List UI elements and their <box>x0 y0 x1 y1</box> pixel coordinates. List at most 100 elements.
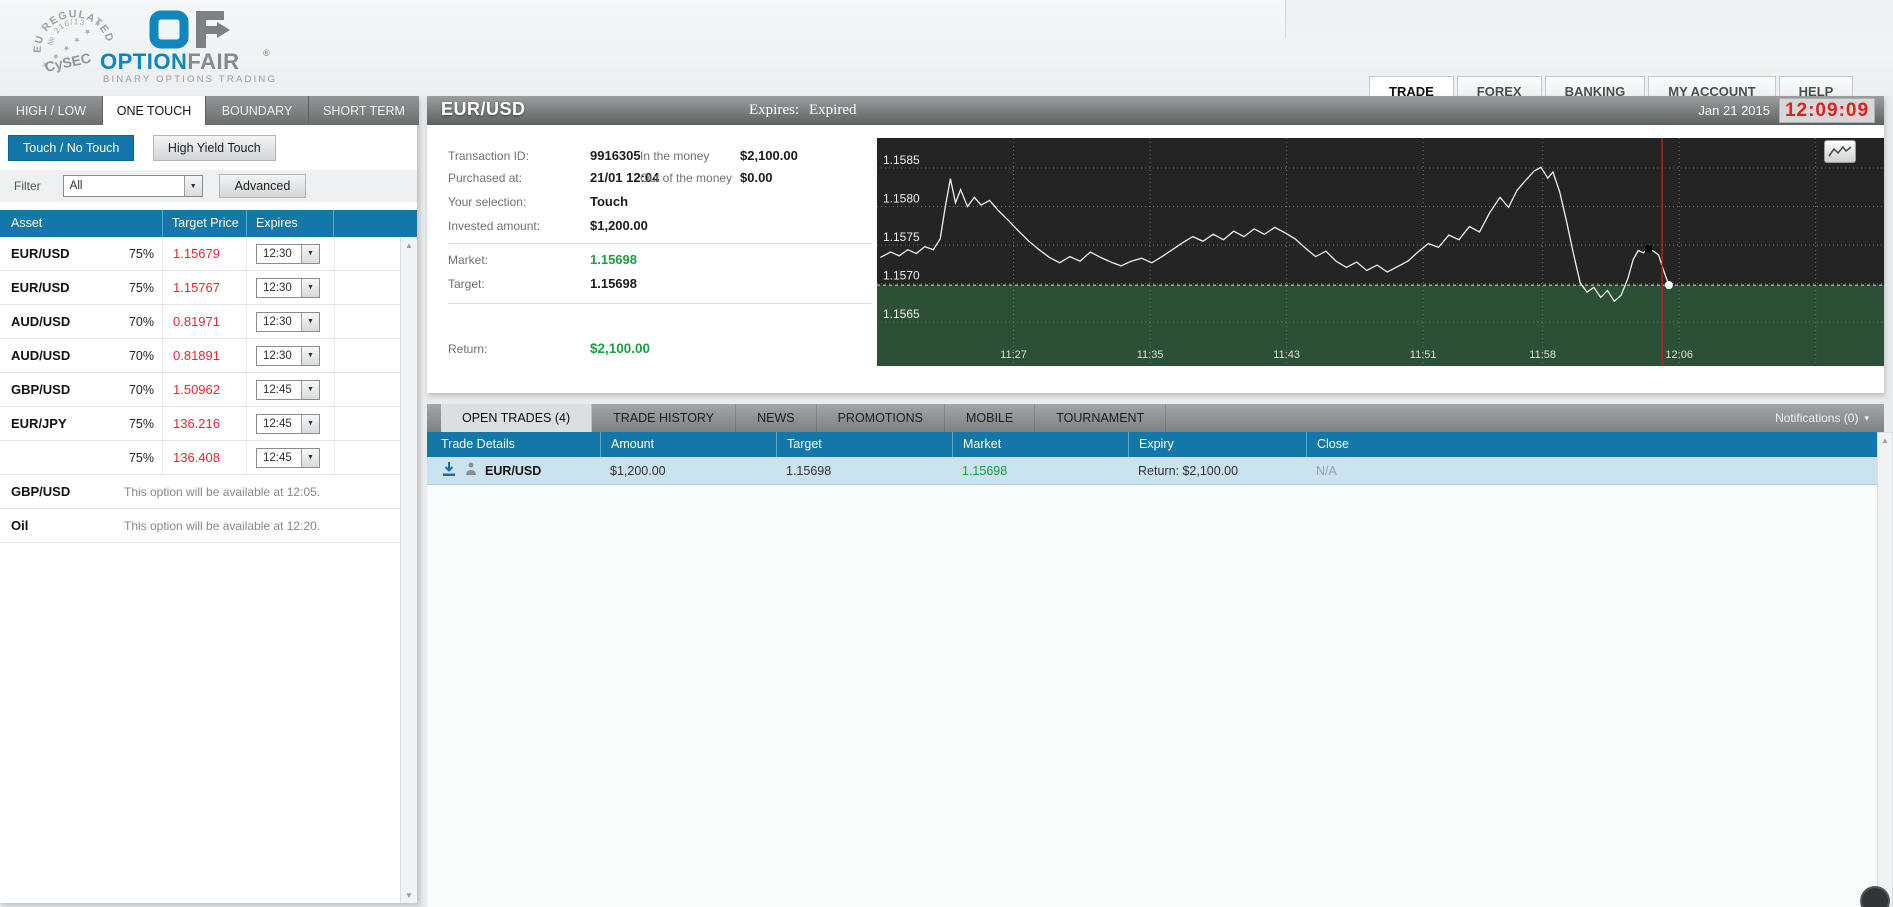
purchased-at-label: Purchased at: <box>448 171 523 185</box>
tab-one-touch[interactable]: ONE TOUCH <box>103 96 206 125</box>
expiry-value: 12:45 <box>263 451 292 464</box>
tab-short-term[interactable]: SHORT TERM <box>309 96 419 125</box>
trade-market: 1.15698 <box>962 463 1008 478</box>
notifications-label: Notifications (0) <box>1775 411 1859 425</box>
expiry-value: 12:30 <box>263 315 292 328</box>
asset-row-audusd-2[interactable]: AUD/USD 70% 0.81891 12:30 ▼ <box>0 339 417 373</box>
top-right-panel <box>1285 0 1893 38</box>
open-trade-row[interactable]: EUR/USD $1,200.00 1.15698 1.15698 Return… <box>427 457 1877 485</box>
touch-no-touch-button[interactable]: Touch / No Touch <box>8 135 135 161</box>
high-yield-touch-button[interactable]: High Yield Touch <box>152 135 276 161</box>
filter-bar: Filter All ▼ Advanced <box>0 170 417 202</box>
tab-boundary[interactable]: BOUNDARY <box>206 96 309 125</box>
app-window: EU REGULATED № 216/13 ★ ★ ★ ★ ★ ★ CySEC … <box>0 0 1893 907</box>
invested-label: Invested amount: <box>448 219 541 233</box>
expiry-select[interactable]: 12:30 ▼ <box>256 311 320 332</box>
asset-row-eurusd-1[interactable]: EUR/USD 75% 1.15679 12:30 ▼ <box>0 237 417 271</box>
expires-value: Expired <box>809 102 857 118</box>
expiry-select[interactable]: 12:45 ▼ <box>256 379 320 400</box>
asset-target-price: 1.15767 <box>173 280 220 295</box>
filter-label: Filter <box>14 179 41 193</box>
tab-tournament[interactable]: TOURNAMENT <box>1035 404 1167 432</box>
chart-canvas: 11:27 11:35 11:43 11:51 11:58 12:06 1.1585 1.15… <box>877 138 1884 366</box>
tab-trade-history[interactable]: TRADE HISTORY <box>592 404 737 432</box>
asset-name: AUD/USD <box>11 314 71 329</box>
asset-name: EUR/USD <box>11 280 70 295</box>
scroll-up-icon[interactable]: ▲ <box>1878 433 1892 448</box>
expand-download-icon[interactable] <box>441 461 457 480</box>
selection-value: Touch <box>590 194 629 209</box>
tab-high-low[interactable]: HIGH / LOW <box>0 96 103 125</box>
header-market: Market <box>952 432 1128 457</box>
logo-graphic: EU REGULATED № 216/13 ★ ★ ★ ★ ★ ★ CySEC … <box>32 8 275 85</box>
chevron-down-icon[interactable]: ▼ <box>301 346 319 365</box>
divider <box>448 243 872 244</box>
trade-panel-header: EUR/USD Expires: Expired Jan 21 2015 12:0… <box>427 96 1884 125</box>
badge-cysec-text: CySEC <box>43 50 92 75</box>
svg-text:11:58: 11:58 <box>1529 349 1556 361</box>
trades-scrollbar[interactable]: ▲ <box>1877 432 1893 907</box>
notifications-dropdown[interactable]: Notifications (0) ▾ <box>1775 404 1884 432</box>
chevron-down-icon[interactable]: ▼ <box>301 380 319 399</box>
advanced-button[interactable]: Advanced <box>218 174 307 198</box>
chevron-down-icon[interactable]: ▼ <box>301 244 319 263</box>
expires-label: Expires: <box>749 102 799 118</box>
expiry-value: 12:45 <box>263 383 292 396</box>
target-value: 1.15698 <box>590 276 637 291</box>
expiry-select[interactable]: 12:45 ▼ <box>256 447 320 468</box>
asset-target-price: 0.81971 <box>173 314 220 329</box>
expiry-select[interactable]: 12:45 ▼ <box>256 413 320 434</box>
asset-name: EUR/JPY <box>11 416 67 431</box>
asset-row-eurjpy-2[interactable]: 75% 136.408 12:45 ▼ <box>0 441 417 475</box>
scroll-up-icon[interactable]: ▲ <box>401 237 417 253</box>
tab-news[interactable]: NEWS <box>736 404 817 432</box>
expiry-value: 12:45 <box>263 417 292 430</box>
asset-row-unavailable-gbpusd: GBP/USD This option will be available at… <box>0 475 417 509</box>
bottom-tab-bar: OPEN TRADES (4) TRADE HISTORY NEWS PROMO… <box>427 404 1884 432</box>
divider <box>448 303 872 304</box>
asset-name: EUR/USD <box>11 246 70 261</box>
chevron-down-icon[interactable]: ▼ <box>183 176 202 196</box>
header-expires: Expires <box>246 210 333 237</box>
expiry-value: 12:30 <box>263 247 292 260</box>
header-trade-details: Trade Details <box>441 437 515 451</box>
expiry-value: 12:30 <box>263 349 292 362</box>
asset-row-eurjpy-1[interactable]: EUR/JPY 75% 136.216 12:45 ▼ <box>0 407 417 441</box>
header-close: Close <box>1306 432 1877 457</box>
chevron-down-icon[interactable]: ▼ <box>301 312 319 331</box>
asset-name: GBP/USD <box>11 382 71 397</box>
asset-row-eurusd-2[interactable]: EUR/USD 75% 1.15767 12:30 ▼ <box>0 271 417 305</box>
chevron-down-icon: ▾ <box>1864 412 1869 423</box>
price-chart: 11:27 11:35 11:43 11:51 11:58 12:06 1.1585 1.15… <box>877 138 1884 366</box>
asset-row-audusd-1[interactable]: AUD/USD 70% 0.81971 12:30 ▼ <box>0 305 417 339</box>
expiry-select[interactable]: 12:30 ▼ <box>256 277 320 298</box>
filter-select[interactable]: All ▼ <box>62 175 203 197</box>
tab-mobile[interactable]: MOBILE <box>945 404 1036 432</box>
expiry-select[interactable]: 12:30 ▼ <box>256 345 320 366</box>
svg-text:12:06: 12:06 <box>1665 349 1693 361</box>
chevron-down-icon[interactable]: ▼ <box>301 414 319 433</box>
sidebar-scrollbar[interactable]: ▲ ▼ <box>400 237 417 903</box>
chevron-down-icon[interactable]: ▼ <box>301 278 319 297</box>
header-amount: Amount <box>600 432 776 457</box>
header-target-price: Target Price <box>162 210 246 237</box>
tab-open-trades[interactable]: OPEN TRADES (4) <box>441 404 593 432</box>
trade-close: N/A <box>1316 463 1337 478</box>
chart-type-button[interactable] <box>1824 140 1856 163</box>
header-expiry: Expiry <box>1128 432 1306 457</box>
scroll-down-icon[interactable]: ▼ <box>401 887 417 903</box>
trade-amount: $1,200.00 <box>610 463 666 478</box>
expiry-select[interactable]: 12:30 ▼ <box>256 243 320 264</box>
svg-text:1.1580: 1.1580 <box>883 192 920 206</box>
asset-payout: 75% <box>128 450 154 465</box>
tab-promotions[interactable]: PROMOTIONS <box>817 404 945 432</box>
chevron-down-icon[interactable]: ▼ <box>301 448 319 467</box>
asset-row-gbpusd[interactable]: GBP/USD 70% 1.50962 12:45 ▼ <box>0 373 417 407</box>
trades-table-header: Trade Details Amount Target Market Expir… <box>427 432 1877 457</box>
svg-text:11:27: 11:27 <box>1000 349 1027 361</box>
expiry-value: 12:30 <box>263 281 292 294</box>
asset-name: GBP/USD <box>11 484 71 499</box>
expires-status: Expires: Expired <box>749 102 856 119</box>
symbol-title: EUR/USD <box>441 99 526 119</box>
of-monogram-icon <box>149 10 230 49</box>
